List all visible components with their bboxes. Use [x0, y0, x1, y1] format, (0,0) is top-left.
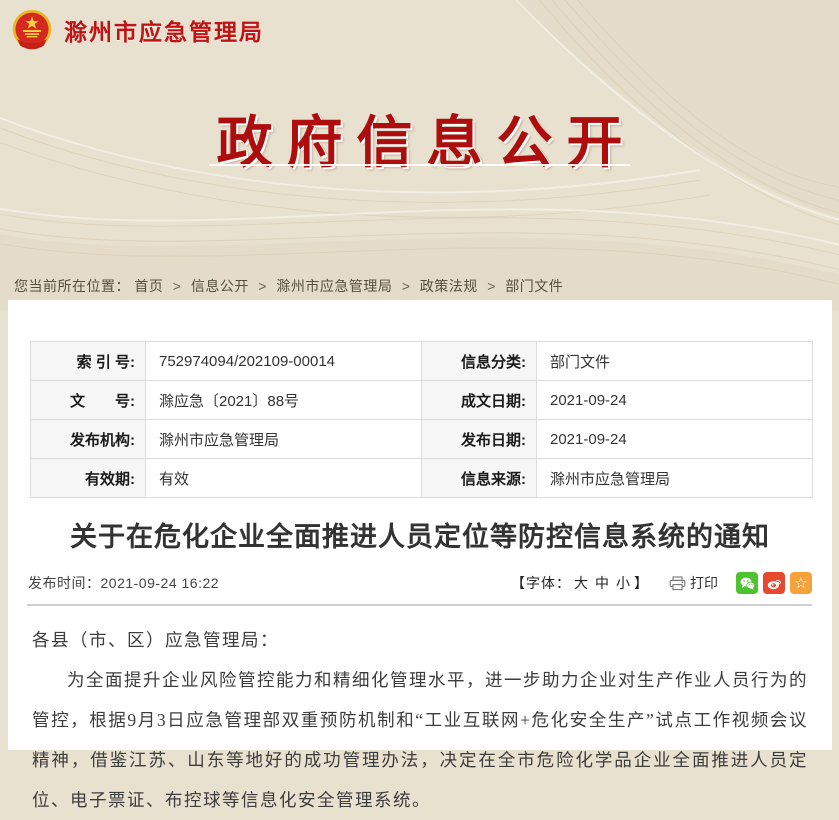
font-size-small-button[interactable]: 小 [616, 575, 631, 591]
breadcrumb-separator: > [258, 278, 267, 294]
share-buttons: ☆ [736, 572, 812, 594]
font-size-bracket-close: 】 [634, 575, 649, 591]
site-header: 滁州市应急管理局 [10, 8, 264, 52]
article-toolbar: 【字体：大中小】 打印 [511, 572, 812, 594]
info-value-publish-date: 2021-09-24 [537, 420, 813, 459]
favorite-star-button[interactable]: ☆ [790, 572, 812, 594]
breadcrumb-prefix: 您当前所在位置： [14, 278, 130, 294]
banner-underline [209, 164, 630, 166]
publish-time-value: 2021-09-24 16:22 [101, 575, 220, 591]
info-label-written-date: 成文日期: [422, 381, 537, 420]
info-value-source: 滁州市应急管理局 [537, 459, 813, 498]
breadcrumb-item-bureau[interactable]: 滁州市应急管理局 [276, 278, 392, 294]
breadcrumb-separator: > [487, 278, 496, 294]
wechat-icon [740, 577, 755, 590]
breadcrumb-item-info-disclosure[interactable]: 信息公开 [191, 278, 249, 294]
breadcrumb-item-policies[interactable]: 政策法规 [420, 278, 478, 294]
article-body: 各县（市、区）应急管理局： 为全面提升企业风险管控能力和精细化管理水平，进一步助… [32, 620, 808, 820]
breadcrumb-item-dept-docs[interactable]: 部门文件 [505, 278, 563, 294]
info-label-index-number: 索 引 号: [31, 342, 146, 381]
info-value-category: 部门文件 [537, 342, 813, 381]
info-value-index-number: 752974094/202109-00014 [146, 342, 422, 381]
star-icon: ☆ [794, 576, 807, 591]
printer-icon [669, 576, 686, 591]
breadcrumb: 您当前所在位置： 首页 > 信息公开 > 滁州市应急管理局 > 政策法规 > 部… [14, 276, 563, 296]
content-panel: 索 引 号: 752974094/202109-00014 信息分类: 部门文件… [8, 300, 832, 750]
info-label-publish-date: 发布日期: [422, 420, 537, 459]
weibo-icon [767, 577, 782, 590]
page-banner: 滁州市应急管理局 政府信息公开 您当前所在位置： 首页 > 信息公开 > 滁州市… [0, 0, 839, 300]
breadcrumb-separator: > [173, 278, 182, 294]
article-meta-row: 发布时间：2021-09-24 16:22 【字体：大中小】 打印 [28, 570, 812, 596]
breadcrumb-separator: > [402, 278, 411, 294]
info-value-doc-number: 滁应急〔2021〕88号 [146, 381, 422, 420]
table-row: 发布机构: 滁州市应急管理局 发布日期: 2021-09-24 [31, 420, 813, 459]
print-button[interactable]: 打印 [669, 573, 718, 593]
breadcrumb-item-home[interactable]: 首页 [134, 278, 163, 294]
wechat-share-button[interactable] [736, 572, 758, 594]
publish-time-label: 发布时间： [28, 575, 101, 591]
table-row: 文 号: 滁应急〔2021〕88号 成文日期: 2021-09-24 [31, 381, 813, 420]
font-size-control: 【字体：大中小】 [511, 573, 649, 593]
font-size-medium-button[interactable]: 中 [595, 575, 610, 591]
font-size-bracket-open: 【字体： [511, 575, 571, 591]
info-value-issuing-agency: 滁州市应急管理局 [146, 420, 422, 459]
info-value-written-date: 2021-09-24 [537, 381, 813, 420]
article-salutation: 各县（市、区）应急管理局： [32, 620, 808, 660]
publish-time: 发布时间：2021-09-24 16:22 [28, 573, 219, 593]
info-label-validity: 有效期: [31, 459, 146, 498]
info-label-source: 信息来源: [422, 459, 537, 498]
table-row: 有效期: 有效 信息来源: 滁州市应急管理局 [31, 459, 813, 498]
national-emblem-logo [10, 8, 54, 52]
site-title: 滁州市应急管理局 [64, 13, 264, 47]
document-info-table: 索 引 号: 752974094/202109-00014 信息分类: 部门文件… [30, 341, 813, 498]
article-paragraph: 为全面提升企业风险管控能力和精细化管理水平，进一步助力企业对生产作业人员行为的管… [32, 660, 808, 820]
info-label-issuing-agency: 发布机构: [31, 420, 146, 459]
info-label-category: 信息分类: [422, 342, 537, 381]
weibo-share-button[interactable] [763, 572, 785, 594]
font-size-large-button[interactable]: 大 [574, 575, 589, 591]
info-label-doc-number: 文 号: [31, 381, 146, 420]
banner-title: 政府信息公开 [0, 98, 839, 179]
document-title: 关于在危化企业全面推进人员定位等防控信息系统的通知 [8, 515, 832, 554]
info-value-validity: 有效 [146, 459, 422, 498]
content-divider [27, 604, 812, 606]
print-label: 打印 [690, 573, 718, 593]
table-row: 索 引 号: 752974094/202109-00014 信息分类: 部门文件 [31, 342, 813, 381]
